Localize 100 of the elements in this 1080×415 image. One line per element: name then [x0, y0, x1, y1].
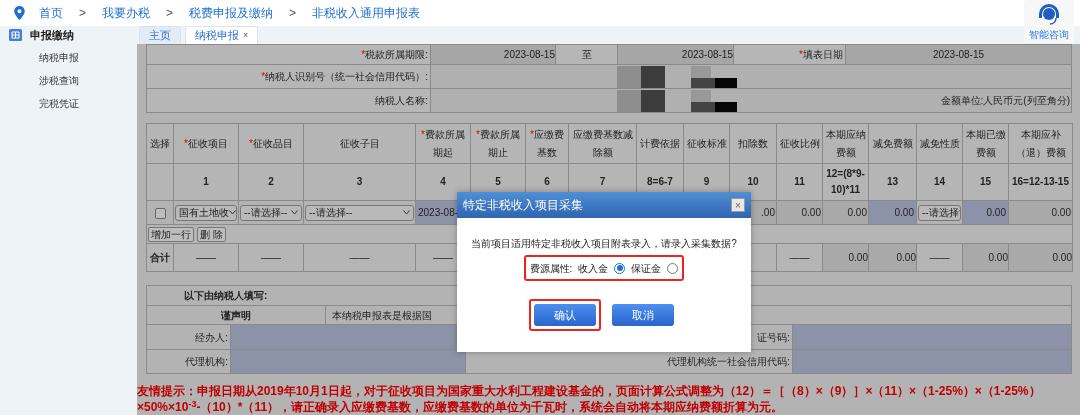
radio-option[interactable]: 保证金 [631, 260, 679, 276]
field-label: 代理机构统一社会信用代码: [667, 355, 790, 369]
input-field[interactable] [793, 325, 1071, 349]
column-number: 7 [599, 176, 606, 187]
row-checkbox[interactable] [154, 207, 166, 219]
breadcrumb-link[interactable]: 非税收入通用申报表 [312, 4, 421, 22]
select-field[interactable]: --请选择-- [305, 204, 414, 221]
total-cell: 0.00 [988, 252, 1008, 263]
tab[interactable]: 主页 [139, 26, 181, 44]
input-field[interactable] [231, 350, 466, 373]
select-field[interactable]: --请选择 [918, 204, 961, 221]
column-header: 征收子目 [339, 137, 380, 149]
sidebar-item[interactable]: 涉税查询 [39, 73, 79, 89]
table-cell: 0.00 [801, 207, 821, 218]
column-number: 12=(8*9-10)*11 [826, 168, 865, 195]
breadcrumb-separator: > [79, 5, 86, 22]
date-value: 2023-08-15 [503, 49, 555, 60]
total-cell: —— [929, 252, 950, 263]
statement-text: 本纳税申报表是根据国 [332, 308, 432, 323]
row-action-button[interactable]: 增加一行 [148, 226, 194, 242]
column-number: 10 [747, 176, 759, 187]
grid-icon [9, 29, 22, 41]
column-header: 本期已缴费额 [965, 128, 1006, 158]
input-field[interactable]: 0.00 [963, 201, 1008, 224]
table-cell: .00 [761, 207, 775, 218]
total-cell: 0.00 [1052, 252, 1072, 263]
total-cell: 0.00 [848, 252, 868, 263]
section-title: 以下由纳税人填写: [184, 289, 268, 303]
column-number: 14 [933, 176, 946, 187]
column-header: 减免性质 [919, 137, 960, 149]
location-pin-icon [14, 6, 25, 20]
column-header: *费款所属期起 [421, 128, 465, 158]
total-cell: —— [196, 252, 216, 263]
column-number: 3 [356, 176, 363, 187]
column-header: 计费依据 [640, 137, 680, 149]
breadcrumb-separator: > [289, 5, 297, 22]
column-number: 1 [203, 176, 209, 187]
column-header: 扣除数 [738, 137, 768, 149]
field-label: 费源属性: [529, 261, 573, 276]
field-label: 证号码: [757, 330, 790, 345]
headset-icon [1036, 1, 1062, 27]
column-header: *征收品目 [249, 137, 293, 149]
field-label: 经办人: [195, 330, 228, 345]
input-field[interactable] [793, 350, 1071, 373]
column-header: 选择 [150, 137, 170, 149]
dialog-button[interactable]: 确认 [534, 304, 596, 326]
radio-option[interactable]: 收入金 [578, 260, 626, 276]
column-number: 5 [495, 176, 501, 187]
column-number: 9 [703, 176, 710, 187]
field-label: 代理机构: [185, 355, 228, 369]
column-number: 11 [794, 176, 805, 187]
dialog-message: 当前项目适用特定非税收入项目附表录入，请录入采集数据? [471, 237, 737, 251]
column-header: *应缴费基数 [530, 128, 564, 158]
sidebar-title: 申报缴纳 [30, 27, 74, 43]
date-value: 2023-08-15 [932, 49, 985, 60]
total-cell: —— [433, 252, 453, 263]
column-header: 征收比例 [779, 137, 820, 149]
tab[interactable]: 纳税申报 × [185, 26, 259, 44]
input-field[interactable]: 0.00 [869, 201, 916, 224]
field-label: *税款所属期限: [361, 49, 428, 60]
column-header: 本期应纳费额 [825, 128, 866, 158]
column-header: 应缴费基数减除额 [572, 128, 633, 158]
breadcrumb-separator: > [166, 5, 174, 22]
field-label: 至 [581, 49, 592, 60]
section-label: 谨声明 [221, 308, 251, 323]
column-number: 6 [544, 176, 550, 187]
field-label: *纳税人识别号（统一社会信用代码）: [261, 71, 428, 82]
breadcrumb-link[interactable]: 我要办税 [102, 4, 150, 22]
column-header: *费款所属期止 [476, 128, 520, 158]
total-cell: —— [349, 252, 370, 263]
column-header: *征收项目 [184, 137, 228, 149]
column-header: 本期应补（退）费额 [1015, 128, 1066, 158]
select-field[interactable]: --请选择-- [240, 204, 302, 221]
smart-consult-button[interactable]: 智能咨询 [1024, 0, 1074, 43]
unit-note: 金额单位:人民币元(列至角分) [940, 94, 1071, 108]
column-header: 征收标准 [686, 137, 727, 149]
total-cell: —— [261, 252, 281, 263]
column-number: 15 [979, 176, 992, 187]
field-label: *填表日期 [799, 49, 843, 60]
total-cell: 合计 [150, 252, 170, 263]
notice-text: 友情提示：申报日期从2019年10月1日起，对于征收项目为国家重大水利工程建设基金的，页面计算公式调整为（12）＝［（8）×（9）］×（11）×（1-25%）×（1-25%）×50%×10$^{-3}$-（10）*（11），请正确录入应缴费基数，应缴费基数的单位为千瓦时，系统会自动将本期应纳费额折算为元。 [137, 383, 1042, 415]
sidebar-item[interactable]: 纳税申报 [39, 50, 79, 66]
breadcrumb-link[interactable]: 首页 [39, 4, 63, 22]
table-cell: 0.00 [847, 207, 867, 218]
column-number: 2 [268, 176, 274, 187]
column-number: 8=6-7 [647, 176, 673, 187]
dialog-button[interactable]: 取消 [612, 304, 674, 326]
select-field[interactable]: 国有土地收 [175, 204, 237, 221]
total-cell: 0.00 [896, 252, 916, 263]
column-number: 13 [886, 176, 899, 187]
close-icon[interactable]: × [243, 28, 249, 43]
field-label: 纳税人名称: [375, 95, 428, 106]
breadcrumb-link[interactable]: 税费申报及缴纳 [189, 4, 274, 22]
close-button[interactable]: × [731, 198, 745, 212]
column-header: 减免费额 [872, 137, 913, 149]
column-number: 16=12-13-15 [1012, 176, 1069, 187]
total-cell: —— [789, 252, 810, 263]
date-value: 2023-08-15 [681, 49, 733, 60]
sidebar-item[interactable]: 完税凭证 [39, 96, 79, 112]
row-action-button[interactable]: 删 除 [197, 226, 226, 242]
